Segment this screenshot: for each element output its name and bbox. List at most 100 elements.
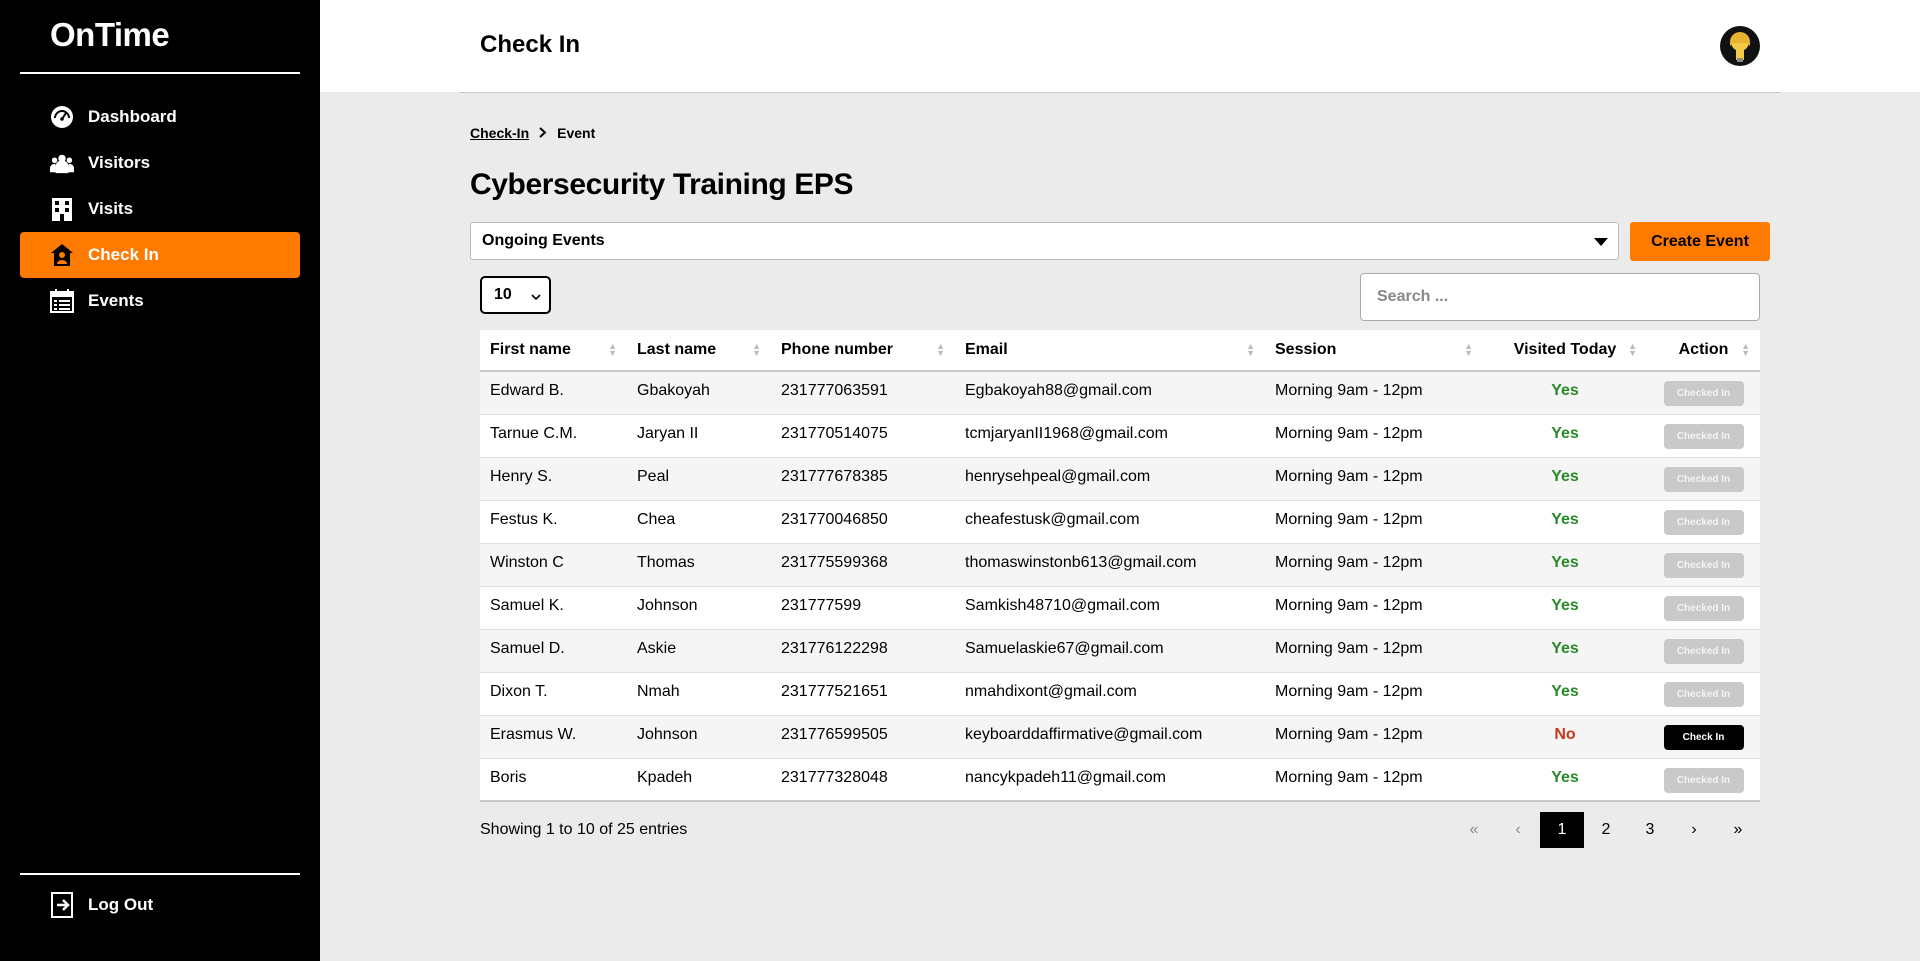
page-size-select[interactable]: 10 <box>480 276 551 314</box>
column-header[interactable]: First name ▲ ▼ <box>480 330 627 371</box>
entries-info: Showing 1 to 10 of 25 entries <box>480 821 688 838</box>
table-row: Edward B. Gbakoyah 231777063591 Egbakoyah88… <box>480 371 1760 414</box>
visited-today-cell: Yes <box>1551 510 1579 528</box>
session-cell: Morning 9am - 12pm <box>1275 768 1423 786</box>
column-header[interactable]: Last name ▲ ▼ <box>627 330 771 371</box>
table-row: Samuel K. Johnson 231777599 Samkish48710@gm… <box>480 586 1760 629</box>
building-icon <box>50 197 74 221</box>
table-row: Dixon T. Nmah 231777521651 nmahdixont@gmail… <box>480 672 1760 715</box>
action-cell: Check In <box>1647 715 1760 758</box>
checked-in-button[interactable]: Checked In <box>1663 767 1744 793</box>
checked-in-button[interactable]: Checked In <box>1663 423 1744 449</box>
first-name-cell: Samuel D. <box>490 639 565 657</box>
action-cell: Checked In <box>1647 500 1760 543</box>
email-cell: nmahdixont@gmail.com <box>965 682 1137 700</box>
sort-icon: ▲ ▼ <box>1741 341 1750 358</box>
sort-icon: ▲ ▼ <box>936 341 945 358</box>
sidebar-nav: Dashboard Visitors Visits Check In Event… <box>20 94 300 324</box>
email-cell: cheafestusk@gmail.com <box>965 510 1140 528</box>
sidebar-item-label: Visits <box>88 199 134 218</box>
session-cell: Morning 9am - 12pm <box>1275 510 1423 528</box>
event-filter-value: Ongoing Events <box>482 232 605 249</box>
sidebar-item-visits[interactable]: Visits <box>20 186 300 232</box>
action-cell: Checked In <box>1647 371 1760 414</box>
breadcrumb-current: Event <box>557 125 596 141</box>
visited-today-cell: Yes <box>1551 467 1579 485</box>
last-name-cell: Thomas <box>637 553 695 571</box>
chevron-down-icon <box>531 290 541 304</box>
session-cell: Morning 9am - 12pm <box>1275 725 1423 743</box>
checked-in-button[interactable]: Checked In <box>1663 595 1744 621</box>
visited-today-cell: Yes <box>1551 682 1579 700</box>
last-page-button[interactable]: » <box>1716 812 1760 848</box>
checked-in-button[interactable]: Checked In <box>1663 381 1744 406</box>
search-input[interactable] <box>1360 273 1760 321</box>
column-header[interactable]: Visited Today ▲ ▼ <box>1483 330 1647 371</box>
action-cell: Checked In <box>1647 758 1760 801</box>
table-row: Erasmus W. Johnson 231776599505 keyboarddaf… <box>480 715 1760 758</box>
column-header[interactable]: Phone number ▲ ▼ <box>771 330 955 371</box>
sidebar-item-label: Visitors <box>88 153 151 172</box>
check-in-button[interactable]: Check In <box>1663 724 1744 750</box>
checked-in-button[interactable]: Checked In <box>1663 552 1744 578</box>
prev-page-button[interactable]: ‹ <box>1496 812 1540 848</box>
column-header[interactable]: Email ▲ ▼ <box>955 330 1265 371</box>
sidebar: OnTime Dashboard Visitors Visits Check I… <box>0 0 320 961</box>
session-cell: Morning 9am - 12pm <box>1275 467 1423 485</box>
create-event-button[interactable]: Create Event <box>1630 222 1770 261</box>
last-name-cell: Chea <box>637 510 676 528</box>
sidebar-item-events[interactable]: Events <box>20 278 300 324</box>
session-cell: Morning 9am - 12pm <box>1275 382 1423 399</box>
visited-today-cell: Yes <box>1551 424 1579 442</box>
checked-in-button[interactable]: Checked In <box>1663 638 1744 664</box>
first-name-cell: Samuel K. <box>490 596 564 614</box>
breadcrumb-parent-link[interactable]: Check-In <box>470 125 529 141</box>
first-page-button[interactable]: « <box>1452 812 1496 848</box>
visited-today-cell: No <box>1554 725 1576 743</box>
checkin-icon <box>50 243 74 267</box>
header-divider <box>460 92 1780 93</box>
first-name-cell: Winston C <box>490 553 564 571</box>
email-cell: henrysehpeal@gmail.com <box>965 467 1151 485</box>
checked-in-button[interactable]: Checked In <box>1663 681 1744 707</box>
avatar[interactable] <box>1720 26 1760 66</box>
last-name-cell: Johnson <box>637 725 698 743</box>
phone-cell: 231770046850 <box>781 510 888 528</box>
first-name-cell: Henry S. <box>490 467 553 485</box>
logout-button[interactable]: Log Out <box>50 892 154 918</box>
event-filter-select[interactable]: Ongoing Events <box>470 222 1619 260</box>
next-page-button[interactable]: › <box>1672 812 1716 848</box>
page-button[interactable]: 2 <box>1584 812 1628 848</box>
column-header[interactable]: Session ▲ ▼ <box>1265 330 1483 371</box>
last-name-cell: Peal <box>637 467 670 485</box>
sidebar-item-check-in[interactable]: Check In <box>20 232 300 278</box>
sort-icon: ▲ ▼ <box>608 341 617 358</box>
action-cell: Checked In <box>1647 629 1760 672</box>
sidebar-divider <box>20 72 300 74</box>
sort-icon: ▲ ▼ <box>1246 341 1255 358</box>
action-cell: Checked In <box>1647 586 1760 629</box>
sidebar-divider <box>20 873 300 875</box>
last-name-cell: Jaryan II <box>637 424 699 442</box>
checked-in-button[interactable]: Checked In <box>1663 466 1744 492</box>
checked-in-button[interactable]: Checked In <box>1663 509 1744 535</box>
column-header[interactable]: Action ▲ ▼ <box>1647 330 1760 371</box>
phone-cell: 231776122298 <box>781 639 888 657</box>
table-row: Boris Kpadeh 231777328048 nancykpadeh11@gma… <box>480 758 1760 801</box>
last-name-cell: Nmah <box>637 682 680 700</box>
users-icon <box>50 151 74 175</box>
logout-label: Log Out <box>88 895 154 914</box>
last-name-cell: Kpadeh <box>637 768 693 786</box>
sidebar-item-visitors[interactable]: Visitors <box>20 140 300 186</box>
page-button[interactable]: 3 <box>1628 812 1672 848</box>
phone-cell: 231777063591 <box>781 382 888 399</box>
page-button[interactable]: 1 <box>1540 812 1584 848</box>
caret-down-icon <box>1594 238 1608 246</box>
visited-today-cell: Yes <box>1551 768 1579 786</box>
calendar-icon <box>50 289 74 313</box>
session-cell: Morning 9am - 12pm <box>1275 596 1423 614</box>
first-name-cell: Tarnue C.M. <box>490 424 578 442</box>
first-name-cell: Edward B. <box>490 382 564 399</box>
checkin-table: First name ▲ ▼ Last name ▲ ▼ Phone number ▲ ▼ … <box>480 330 1760 802</box>
sidebar-item-dashboard[interactable]: Dashboard <box>20 94 300 140</box>
